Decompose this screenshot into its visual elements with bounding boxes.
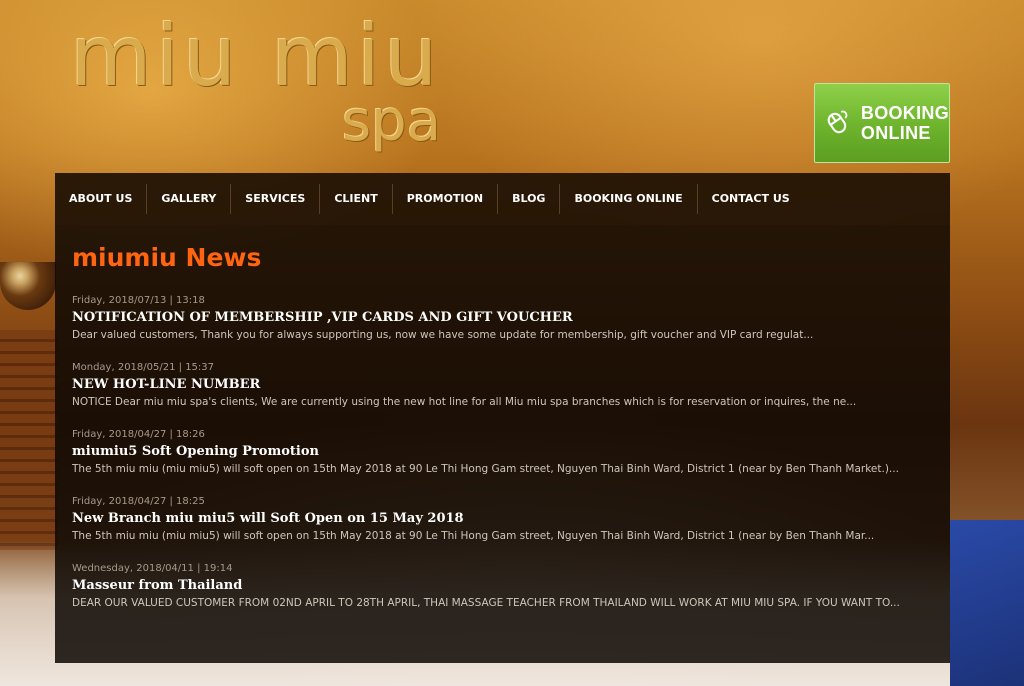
news-title-link[interactable]: miumiu5 Soft Opening Promotion bbox=[72, 443, 933, 461]
news-excerpt: NOTICE Dear miu miu spa's clients, We ar… bbox=[72, 396, 857, 408]
booking-online-button[interactable]: BOOKING ONLINE bbox=[814, 83, 950, 163]
news-title-link[interactable]: NOTIFICATION OF MEMBERSHIP ,VIP CARDS AN… bbox=[72, 309, 933, 327]
background-flower-bowl bbox=[0, 262, 56, 310]
background-blue-towel bbox=[950, 520, 1024, 686]
news-item: Monday, 2018/05/21 | 15:37 NEW HOT-LINE … bbox=[72, 362, 933, 429]
news-list: Friday, 2018/07/13 | 13:18 NOTIFICATION … bbox=[72, 295, 933, 630]
nav-item-promotion[interactable]: PROMOTION bbox=[393, 184, 499, 214]
site-logo[interactable]: miu miu spa bbox=[70, 14, 450, 164]
news-date: Wednesday, 2018/04/11 | 19:14 bbox=[72, 563, 233, 574]
mouse-cursor-icon bbox=[827, 110, 848, 134]
nav-item-gallery[interactable]: GALLERY bbox=[147, 184, 232, 214]
news-item: Friday, 2018/04/27 | 18:26 miumiu5 Soft … bbox=[72, 429, 933, 496]
news-date: Friday, 2018/04/27 | 18:25 bbox=[72, 496, 205, 507]
logo-main-text: miu miu bbox=[70, 7, 442, 105]
booking-label-line2: ONLINE bbox=[860, 123, 931, 143]
nav-item-blog[interactable]: BLOG bbox=[498, 184, 561, 214]
news-date: Friday, 2018/07/13 | 13:18 bbox=[72, 295, 205, 306]
news-title-link[interactable]: New Branch miu miu5 will Soft Open on 15… bbox=[72, 510, 933, 528]
news-excerpt: The 5th miu miu (miu miu5) will soft ope… bbox=[72, 530, 875, 542]
nav-item-booking-online[interactable]: BOOKING ONLINE bbox=[560, 184, 698, 214]
booking-label-line1: BOOKING bbox=[860, 103, 949, 123]
main-nav: ABOUT US GALLERY SERVICES CLIENT PROMOTI… bbox=[55, 173, 950, 225]
news-item: Friday, 2018/04/27 | 18:25 New Branch mi… bbox=[72, 496, 933, 563]
nav-item-contact-us[interactable]: CONTACT US bbox=[698, 184, 804, 214]
news-item: Friday, 2018/07/13 | 13:18 NOTIFICATION … bbox=[72, 295, 933, 362]
nav-item-client[interactable]: CLIENT bbox=[320, 184, 393, 214]
news-date: Monday, 2018/05/21 | 15:37 bbox=[72, 362, 215, 373]
news-excerpt: Dear valued customers, Thank you for alw… bbox=[72, 329, 814, 341]
news-excerpt: The 5th miu miu (miu miu5) will soft ope… bbox=[72, 463, 899, 475]
main-panel: ABOUT US GALLERY SERVICES CLIENT PROMOTI… bbox=[55, 173, 950, 663]
news-date: Friday, 2018/04/27 | 18:26 bbox=[72, 429, 205, 440]
news-excerpt: DEAR OUR VALUED CUSTOMER FROM 02ND APRIL… bbox=[72, 597, 900, 609]
booking-button-label: BOOKING ONLINE bbox=[861, 103, 949, 143]
news-title-link[interactable]: NEW HOT-LINE NUMBER bbox=[72, 376, 933, 394]
nav-item-about-us[interactable]: ABOUT US bbox=[55, 184, 148, 214]
page-title: miumiu News bbox=[72, 243, 262, 272]
news-content: miumiu News Friday, 2018/07/13 | 13:18 N… bbox=[55, 243, 950, 630]
news-item: Wednesday, 2018/04/11 | 19:14 Masseur fr… bbox=[72, 563, 933, 630]
logo-sub-text: spa bbox=[342, 89, 442, 154]
nav-item-services[interactable]: SERVICES bbox=[231, 184, 321, 214]
news-title-link[interactable]: Masseur from Thailand bbox=[72, 577, 933, 595]
background-wood-panel bbox=[0, 330, 58, 550]
